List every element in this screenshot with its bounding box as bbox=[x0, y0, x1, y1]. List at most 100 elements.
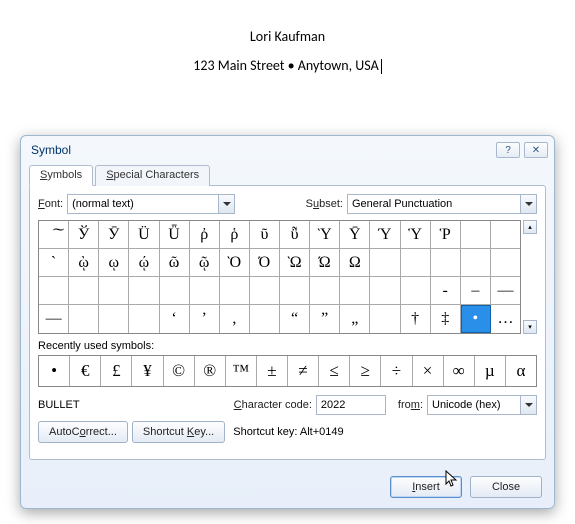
recent-symbol-cell[interactable]: € bbox=[70, 356, 101, 386]
tab-symbols[interactable]: Symbols bbox=[29, 165, 93, 186]
symbol-cell[interactable]: Ώ bbox=[310, 249, 340, 277]
recent-symbol-cell[interactable]: ¥ bbox=[132, 356, 163, 386]
symbol-cell[interactable]: ‚ bbox=[220, 305, 250, 333]
symbol-cell[interactable]: ῳ bbox=[99, 249, 129, 277]
recent-symbol-cell[interactable]: ≤ bbox=[319, 356, 350, 386]
symbol-cell[interactable] bbox=[160, 277, 190, 305]
help-button[interactable]: ? bbox=[496, 142, 520, 158]
recent-symbol-cell[interactable]: µ bbox=[475, 356, 506, 386]
symbol-cell[interactable] bbox=[370, 249, 400, 277]
symbol-cell[interactable] bbox=[401, 249, 431, 277]
symbol-cell[interactable]: Ӯ bbox=[99, 221, 129, 249]
titlebar[interactable]: Symbol ? ✕ bbox=[21, 136, 554, 164]
symbol-cell[interactable]: „ bbox=[340, 305, 370, 333]
symbol-cell[interactable] bbox=[431, 249, 461, 277]
tab-special-characters[interactable]: Special Characters bbox=[95, 165, 210, 186]
symbol-cell[interactable]: ` bbox=[39, 249, 69, 277]
chevron-down-icon[interactable] bbox=[520, 195, 536, 213]
insert-button[interactable]: Insert bbox=[390, 476, 462, 498]
symbol-cell[interactable] bbox=[401, 277, 431, 305]
recent-symbol-cell[interactable]: × bbox=[413, 356, 444, 386]
recent-symbols-grid[interactable]: •€£¥©®™±≠≤≥÷×∞µα bbox=[38, 355, 537, 387]
charcode-input[interactable] bbox=[316, 395, 386, 415]
symbol-cell[interactable] bbox=[491, 249, 520, 277]
recent-symbol-cell[interactable]: ∞ bbox=[444, 356, 475, 386]
symbol-cell[interactable]: ῧ bbox=[280, 221, 310, 249]
symbol-cell[interactable] bbox=[69, 277, 99, 305]
symbol-cell[interactable] bbox=[69, 305, 99, 333]
recent-symbol-cell[interactable]: ÷ bbox=[381, 356, 412, 386]
symbol-cell[interactable]: ῶ bbox=[160, 249, 190, 277]
recent-symbol-cell[interactable]: ™ bbox=[226, 356, 257, 386]
symbol-cell[interactable]: “ bbox=[280, 305, 310, 333]
symbol-cell[interactable]: Ў bbox=[69, 221, 99, 249]
autocorrect-button[interactable]: AutoCorrect... bbox=[38, 421, 128, 443]
chevron-down-icon[interactable] bbox=[520, 396, 536, 414]
symbol-cell[interactable] bbox=[99, 277, 129, 305]
symbol-cell[interactable]: Ῥ bbox=[431, 221, 461, 249]
symbol-cell[interactable] bbox=[370, 277, 400, 305]
font-combo[interactable]: (normal text) bbox=[67, 194, 235, 214]
symbol-cell[interactable]: – bbox=[461, 277, 491, 305]
symbol-cell[interactable]: Ὼ bbox=[280, 249, 310, 277]
symbol-cell[interactable] bbox=[370, 305, 400, 333]
symbol-cell[interactable] bbox=[220, 277, 250, 305]
symbol-cell[interactable]: ῲ bbox=[69, 249, 99, 277]
symbol-cell[interactable] bbox=[310, 277, 340, 305]
symbol-cell[interactable]: ῷ bbox=[190, 249, 220, 277]
symbol-cell[interactable]: † bbox=[401, 305, 431, 333]
chevron-down-icon[interactable] bbox=[218, 195, 234, 213]
symbol-cell[interactable]: — bbox=[491, 277, 520, 305]
symbol-cell[interactable]: • bbox=[461, 305, 491, 333]
symbol-cell[interactable] bbox=[39, 277, 69, 305]
symbol-cell[interactable]: ῦ bbox=[250, 221, 280, 249]
symbol-cell[interactable]: ‘ bbox=[160, 305, 190, 333]
symbol-cell[interactable]: … bbox=[491, 305, 520, 333]
shortcutkey-button[interactable]: Shortcut Key... bbox=[132, 421, 225, 443]
subset-combo[interactable]: General Punctuation bbox=[347, 194, 537, 214]
symbol-cell[interactable] bbox=[190, 277, 220, 305]
symbol-grid[interactable]: ͠ЎӮÜǕῤῥῦῧῪῩΎὙῬ `ῲῳῴῶῷῸΌῺΏΩ -–— ― ‘’‚ “”„ †‡•… bbox=[38, 220, 521, 334]
recent-symbol-cell[interactable]: © bbox=[164, 356, 195, 386]
recent-symbol-cell[interactable]: ≠ bbox=[288, 356, 319, 386]
symbol-cell[interactable] bbox=[99, 305, 129, 333]
recent-symbol-cell[interactable]: ± bbox=[257, 356, 288, 386]
symbol-cell[interactable]: ’ bbox=[190, 305, 220, 333]
symbol-cell[interactable]: Ω bbox=[340, 249, 370, 277]
symbol-cell[interactable] bbox=[491, 221, 520, 249]
symbol-cell[interactable] bbox=[461, 221, 491, 249]
symbol-cell[interactable]: Ὺ bbox=[310, 221, 340, 249]
symbol-cell[interactable]: - bbox=[431, 277, 461, 305]
symbol-cell[interactable]: ῴ bbox=[129, 249, 159, 277]
from-combo[interactable]: Unicode (hex) bbox=[427, 395, 537, 415]
symbol-cell[interactable]: Ῡ bbox=[340, 221, 370, 249]
close-window-button[interactable]: ✕ bbox=[524, 142, 548, 158]
symbol-cell[interactable]: Ὸ bbox=[220, 249, 250, 277]
recent-symbol-cell[interactable]: • bbox=[39, 356, 70, 386]
symbol-cell[interactable] bbox=[340, 277, 370, 305]
symbol-cell[interactable] bbox=[129, 305, 159, 333]
symbol-cell[interactable]: ͠ bbox=[39, 221, 69, 249]
symbol-cell[interactable]: Ό bbox=[250, 249, 280, 277]
symbol-cell[interactable] bbox=[129, 277, 159, 305]
scroll-up-button[interactable]: ▴ bbox=[523, 220, 537, 234]
symbol-cell[interactable]: Ὑ bbox=[401, 221, 431, 249]
symbol-cell[interactable]: ῤ bbox=[190, 221, 220, 249]
symbol-cell[interactable]: Ǖ bbox=[160, 221, 190, 249]
symbol-cell[interactable] bbox=[250, 305, 280, 333]
close-button[interactable]: Close bbox=[470, 476, 542, 498]
symbol-cell[interactable]: Ύ bbox=[370, 221, 400, 249]
recent-symbol-cell[interactable]: ≥ bbox=[350, 356, 381, 386]
symbol-cell[interactable]: Ü bbox=[129, 221, 159, 249]
symbol-cell[interactable] bbox=[280, 277, 310, 305]
symbol-cell[interactable] bbox=[461, 249, 491, 277]
recent-symbol-cell[interactable]: ® bbox=[195, 356, 226, 386]
scroll-down-button[interactable]: ▾ bbox=[523, 320, 537, 334]
symbol-cell[interactable]: ‡ bbox=[431, 305, 461, 333]
symbol-cell[interactable] bbox=[250, 277, 280, 305]
recent-symbol-cell[interactable]: α bbox=[506, 356, 536, 386]
symbol-cell[interactable]: ῥ bbox=[220, 221, 250, 249]
symbol-cell[interactable]: ― bbox=[39, 305, 69, 333]
symbol-cell[interactable]: ” bbox=[310, 305, 340, 333]
recent-symbol-cell[interactable]: £ bbox=[101, 356, 132, 386]
